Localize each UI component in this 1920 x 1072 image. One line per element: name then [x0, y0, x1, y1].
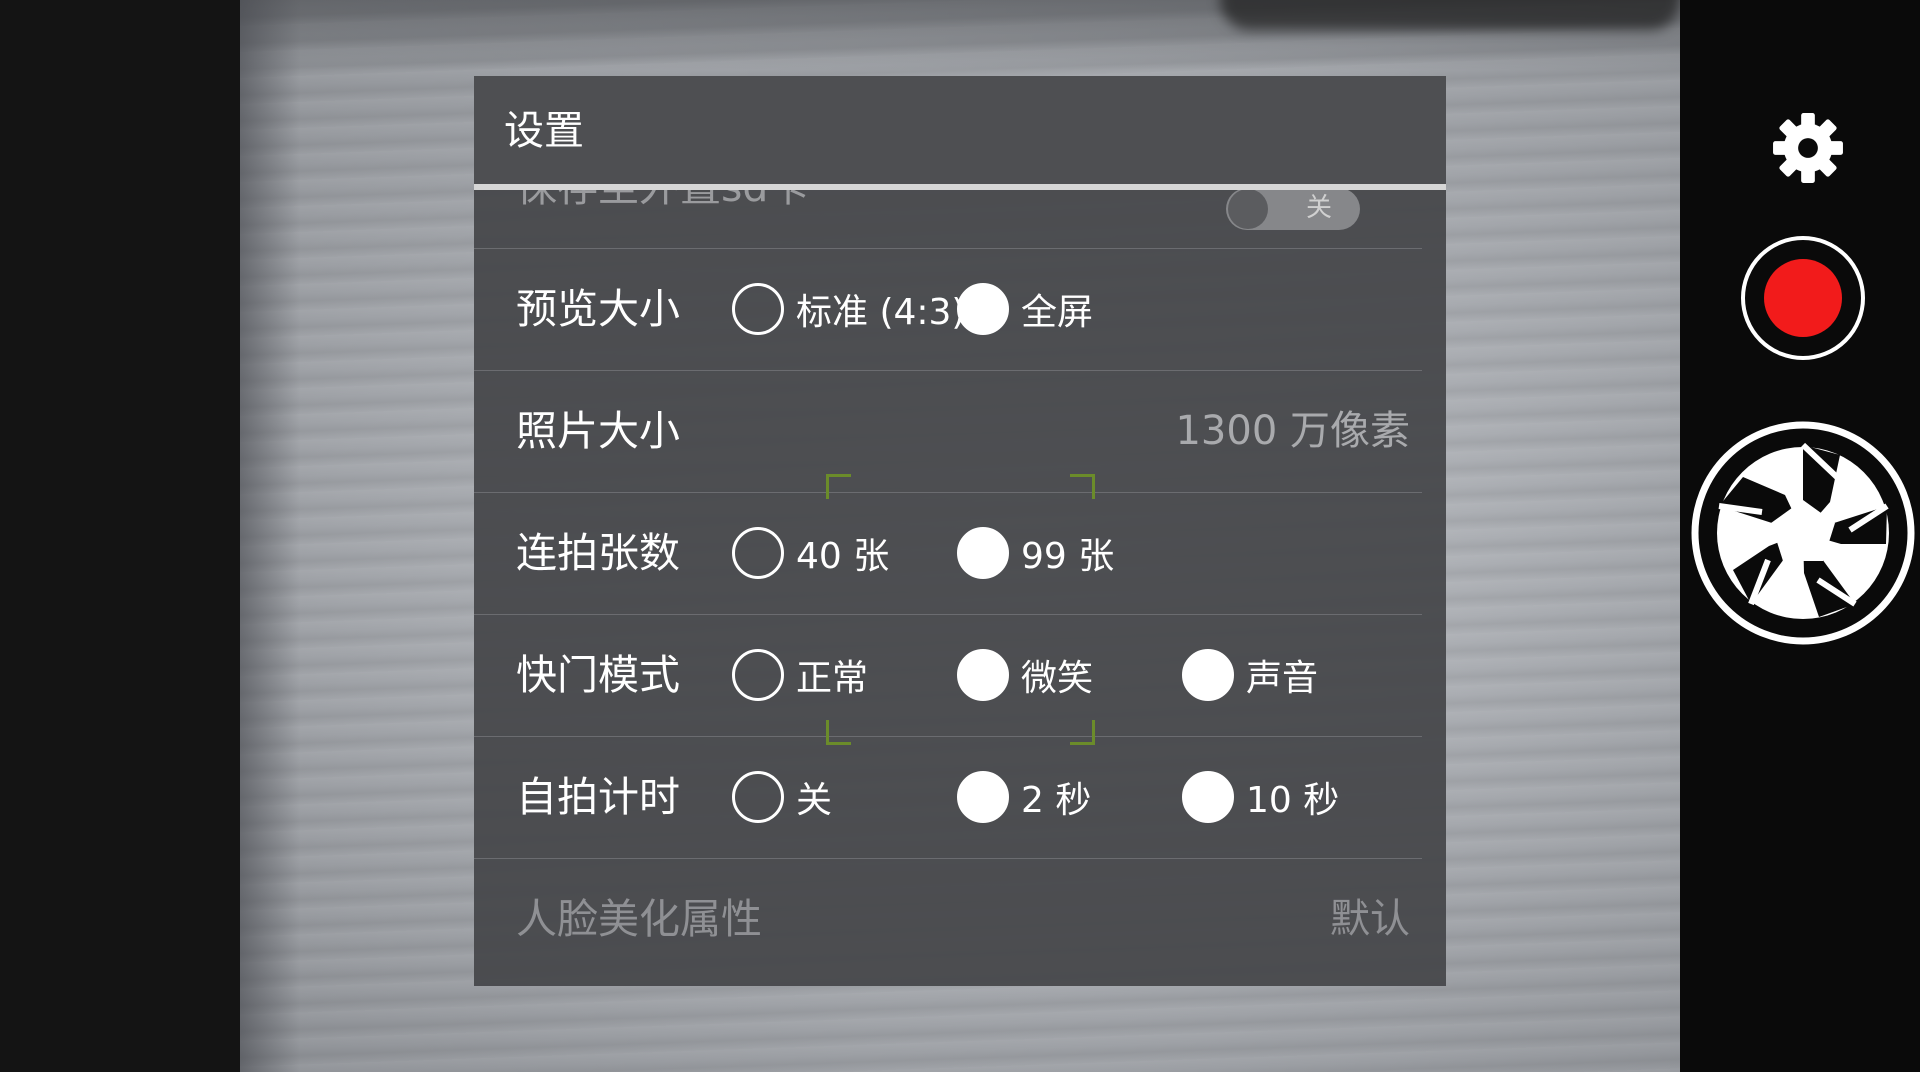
setting-label: 照片大小 — [516, 407, 680, 455]
setting-label: 保存至外置sd卡 — [516, 190, 809, 248]
radio-circle — [732, 283, 784, 335]
photo-size-value: 1300 万像素 — [1175, 408, 1410, 454]
burst-99-radio[interactable]: 99 张 — [957, 527, 1114, 579]
radio-label: 全屏 — [1021, 292, 1094, 333]
radio-label: 微笑 — [1021, 658, 1094, 699]
setting-row-preview-size: 预览大小 标准 (4:3) 全屏 — [474, 248, 1422, 371]
radio-circle — [732, 771, 784, 823]
save-location-toggle[interactable]: 关 — [1226, 190, 1360, 230]
left-black-bar — [0, 0, 240, 1072]
focus-frame-corner — [1070, 720, 1095, 745]
setting-label: 连拍张数 — [516, 529, 680, 577]
setting-label: 人脸美化属性 — [516, 895, 762, 943]
radio-label: 40 张 — [796, 536, 890, 577]
setting-row-self-timer: 自拍计时 关 2 秒 10 秒 — [474, 736, 1422, 859]
record-video-button[interactable] — [1741, 236, 1865, 360]
radio-circle — [957, 771, 1009, 823]
radio-circle — [957, 283, 1009, 335]
radio-label: 关 — [796, 780, 833, 821]
radio-label: 声音 — [1246, 658, 1319, 699]
face-beauty-value: 默认 — [1330, 896, 1410, 942]
gear-icon — [1770, 110, 1846, 190]
settings-dialog-header: 设置 — [474, 76, 1446, 184]
preview-size-standard-radio[interactable]: 标准 (4:3) — [732, 283, 965, 335]
shutter-button[interactable] — [1690, 420, 1916, 646]
setting-row-photo-size[interactable]: 照片大小 1300 万像素 — [474, 370, 1422, 493]
setting-label: 快门模式 — [516, 651, 680, 699]
viewfinder-shade-left — [240, 0, 300, 1072]
viewfinder-blur-object — [1220, 0, 1680, 30]
settings-button[interactable] — [1768, 110, 1848, 190]
radio-circle — [957, 649, 1009, 701]
toggle-knob — [1228, 190, 1268, 229]
timer-10s-radio[interactable]: 10 秒 — [1182, 771, 1339, 823]
burst-40-radio[interactable]: 40 张 — [732, 527, 889, 579]
radio-circle — [1182, 771, 1234, 823]
toggle-state-label: 关 — [1306, 193, 1333, 223]
setting-row-save-location[interactable]: 保存至外置sd卡 关 — [474, 190, 1422, 249]
preview-size-fullscreen-radio[interactable]: 全屏 — [957, 283, 1093, 335]
timer-2s-radio[interactable]: 2 秒 — [957, 771, 1091, 823]
radio-label: 正常 — [796, 658, 869, 699]
timer-off-radio[interactable]: 关 — [732, 771, 832, 823]
radio-circle — [1182, 649, 1234, 701]
focus-frame-corner — [826, 720, 851, 745]
focus-frame-corner — [826, 474, 851, 499]
setting-row-shutter-mode: 快门模式 正常 微笑 声音 — [474, 614, 1422, 737]
shutter-aperture-icon — [1690, 421, 1916, 650]
radio-circle — [957, 527, 1009, 579]
settings-dialog-title: 设置 — [504, 108, 584, 154]
setting-row-burst-count: 连拍张数 40 张 99 张 — [474, 492, 1422, 615]
setting-row-face-beauty[interactable]: 人脸美化属性 默认 — [474, 858, 1422, 980]
focus-frame-corner — [1070, 474, 1095, 499]
radio-circle — [732, 527, 784, 579]
setting-label: 自拍计时 — [516, 773, 680, 821]
radio-label: 2 秒 — [1021, 780, 1092, 821]
settings-dialog: 设置 保存至外置sd卡 关 预览大小 标准 (4:3) 全屏 照片大小 — [474, 76, 1446, 986]
shutter-sound-radio[interactable]: 声音 — [1182, 649, 1318, 701]
shutter-normal-radio[interactable]: 正常 — [732, 649, 868, 701]
radio-label: 标准 (4:3) — [796, 292, 966, 333]
shutter-smile-radio[interactable]: 微笑 — [957, 649, 1093, 701]
setting-label: 预览大小 — [516, 285, 680, 333]
settings-list[interactable]: 保存至外置sd卡 关 预览大小 标准 (4:3) 全屏 照片大小 1300 万像… — [474, 190, 1446, 986]
radio-circle — [732, 649, 784, 701]
radio-label: 99 张 — [1021, 536, 1115, 577]
radio-label: 10 秒 — [1246, 780, 1340, 821]
record-icon — [1764, 259, 1842, 337]
